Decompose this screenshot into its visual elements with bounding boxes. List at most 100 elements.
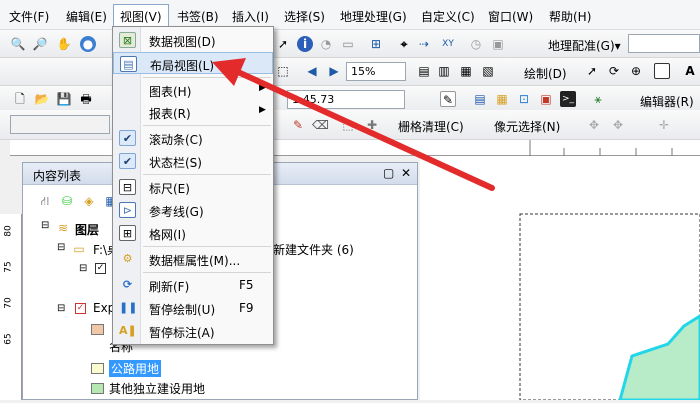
- menu-item-graphs[interactable]: 图表(H) ▶: [113, 79, 273, 101]
- pixel-tool-1-icon[interactable]: ✥: [586, 117, 602, 133]
- view-menu-dropdown: ⊠ 数据视图(D) ▤ 布局视图(L) 图表(H) ▶ 报表(R) ▶ ✔ 滚动…: [112, 26, 274, 345]
- layout-zoom-field[interactable]: 15%: [346, 62, 406, 81]
- pixel-tool-3-icon[interactable]: ✛: [656, 117, 672, 133]
- model-builder-icon[interactable]: ⚹: [590, 91, 606, 107]
- data-driven-icon[interactable]: ▧: [480, 63, 496, 79]
- full-extent-icon[interactable]: ●: [80, 36, 96, 52]
- legend-label-road[interactable]: 公路用地: [109, 360, 162, 377]
- menu-view[interactable]: 视图(V): [113, 4, 169, 26]
- layer-visibility-checkbox[interactable]: ✓: [75, 303, 86, 314]
- page-forward-icon[interactable]: ▶: [326, 63, 342, 79]
- list-by-source-icon[interactable]: ⛁: [59, 193, 75, 209]
- save-icon[interactable]: 💾: [56, 91, 72, 107]
- ruler-tick-label: 80: [3, 225, 14, 237]
- open-icon[interactable]: 📂: [34, 91, 50, 107]
- toc-window-icon[interactable]: ▤: [472, 91, 488, 107]
- menu-insert[interactable]: 插入(I): [232, 8, 269, 25]
- xy-icon[interactable]: XY: [440, 36, 456, 52]
- create-viewer-icon[interactable]: ▣: [490, 36, 506, 52]
- layers-icon: ≋: [57, 221, 69, 235]
- draw-menu[interactable]: 绘制(D): [524, 65, 567, 82]
- change-layout-icon[interactable]: ▦: [458, 63, 474, 79]
- toolbar-tools: 🔍 🔎 ✋ ● ➚ i ◔ ▭ ⊞ ⌖ ⇢ XY ◷ ▣ 地理配准(G)▾: [0, 30, 700, 58]
- go-to-xy-icon[interactable]: ⇢: [416, 36, 432, 52]
- raster-fill-icon[interactable]: ✚: [364, 117, 380, 133]
- print-icon[interactable]: 🖶: [78, 91, 94, 107]
- find-icon[interactable]: ◔: [318, 36, 334, 52]
- menu-item-grid[interactable]: ⊞ 格网(I): [113, 222, 273, 244]
- expand-collapse-icon[interactable]: ⊟: [79, 263, 87, 274]
- menu-select[interactable]: 选择(S): [284, 8, 325, 25]
- pixel-selection-menu[interactable]: 像元选择(N): [494, 118, 560, 135]
- menu-item-layout-view[interactable]: ▤ 布局视图(L): [113, 52, 273, 74]
- raster-paint-icon[interactable]: ✎: [290, 117, 306, 133]
- zoom-out-icon[interactable]: 🔎: [32, 36, 48, 52]
- measure-icon[interactable]: ⊞: [368, 36, 384, 52]
- menu-item-reports[interactable]: 报表(R) ▶: [113, 101, 273, 123]
- pan-hand-icon[interactable]: ✋: [56, 36, 72, 52]
- raster-erase-icon[interactable]: ⌫: [312, 117, 329, 133]
- menu-edit[interactable]: 编辑(E): [66, 8, 107, 25]
- menu-customize[interactable]: 自定义(C): [421, 8, 475, 25]
- python-icon[interactable]: >_: [560, 91, 576, 107]
- toc-close-button[interactable]: ✕: [401, 166, 411, 180]
- menu-item-guides[interactable]: ⊳ 参考线(G): [113, 199, 273, 221]
- menu-separator: [143, 125, 271, 126]
- menu-item-data-frame-properties[interactable]: ⚙ 数据框属性(M)...: [113, 248, 273, 270]
- fixed-zoom-icon[interactable]: ⬚: [275, 63, 291, 79]
- rotate-icon[interactable]: ⟳: [606, 63, 622, 79]
- expand-collapse-icon[interactable]: ⊟: [57, 242, 65, 253]
- layer-visibility-checkbox[interactable]: ✓: [95, 263, 106, 274]
- focus-frame-icon[interactable]: ▥: [436, 63, 452, 79]
- toggle-draft-icon[interactable]: ▤: [416, 63, 432, 79]
- menu-item-status-bar[interactable]: ✔ 状态栏(S): [113, 150, 273, 172]
- layout-page[interactable]: [420, 156, 700, 402]
- menu-geoprocessing[interactable]: 地理处理(G): [340, 8, 407, 25]
- raster-select-icon[interactable]: ⬚: [340, 117, 356, 133]
- menu-item-data-view[interactable]: ⊠ 数据视图(D): [113, 29, 273, 51]
- menu-item-pause-labeling[interactable]: A❚ 暂停标注(A): [113, 320, 273, 342]
- draw-select-arrow-icon[interactable]: ➚: [584, 63, 600, 79]
- search-window-icon[interactable]: ⊡: [516, 91, 532, 107]
- menu-item-pause-drawing[interactable]: ❚❚ 暂停绘制(U) F9: [113, 297, 273, 319]
- time-slider-icon[interactable]: ◷: [468, 36, 484, 52]
- binoculars-icon[interactable]: ⌖: [396, 36, 412, 52]
- editor-toolbar-icon[interactable]: ✎: [440, 91, 456, 107]
- arctoolbox-icon[interactable]: ▣: [538, 91, 554, 107]
- list-by-drawing-order-icon[interactable]: ⛙: [37, 193, 53, 209]
- menu-window[interactable]: 窗口(W): [488, 8, 533, 25]
- editor-menu[interactable]: 编辑器(R): [640, 93, 694, 110]
- menu-item-refresh[interactable]: ⟳ 刷新(F) F5: [113, 274, 273, 296]
- zoom-element-icon[interactable]: ⊕: [628, 63, 644, 79]
- identify-icon[interactable]: i: [297, 36, 313, 52]
- map-frame: [519, 213, 700, 402]
- menu-item-rulers[interactable]: ⊟ 标尺(E): [113, 176, 273, 198]
- menu-item-scroll-bars[interactable]: ✔ 滚动条(C): [113, 127, 273, 149]
- expand-collapse-icon[interactable]: ⊟: [41, 220, 49, 231]
- select-arrow-icon[interactable]: ➚: [275, 36, 291, 52]
- map-scale-field[interactable]: 1:45.73: [287, 90, 405, 109]
- text-tool-icon[interactable]: A: [682, 63, 698, 79]
- legend-label-other[interactable]: 其他独立建设用地: [109, 380, 205, 397]
- toc-pin-button[interactable]: ▢: [383, 166, 394, 180]
- expand-collapse-icon[interactable]: ⊟: [57, 303, 65, 314]
- menu-bar: 文件(F) 编辑(E) 视图(V) 书签(B) 插入(I) 选择(S) 地理处理…: [0, 0, 700, 30]
- rectangle-icon[interactable]: [654, 63, 670, 79]
- zoom-in-icon[interactable]: 🔍: [10, 36, 26, 52]
- menu-file[interactable]: 文件(F): [9, 8, 49, 25]
- new-document-icon[interactable]: 🗋: [12, 91, 28, 107]
- html-popup-icon[interactable]: ▭: [340, 36, 356, 52]
- catalog-icon[interactable]: ▦: [494, 91, 510, 107]
- target-layer-field[interactable]: [10, 115, 110, 134]
- list-by-visibility-icon[interactable]: ◈: [81, 193, 97, 209]
- ruler-tick-label: 75: [3, 261, 14, 273]
- menu-bookmarks[interactable]: 书签(B): [177, 8, 219, 25]
- new-folder-label[interactable]: 新建文件夹 (6): [273, 241, 354, 258]
- georeferencing-label[interactable]: 地理配准(G)▾: [548, 37, 621, 54]
- menu-help[interactable]: 帮助(H): [549, 8, 591, 25]
- georef-layer-field[interactable]: [628, 34, 700, 53]
- layers-root-label[interactable]: 图层: [75, 221, 99, 238]
- pixel-tool-2-icon[interactable]: ✥: [610, 117, 626, 133]
- page-back-icon[interactable]: ◀: [304, 63, 320, 79]
- raster-cleanup-menu[interactable]: 栅格清理(C): [398, 118, 464, 135]
